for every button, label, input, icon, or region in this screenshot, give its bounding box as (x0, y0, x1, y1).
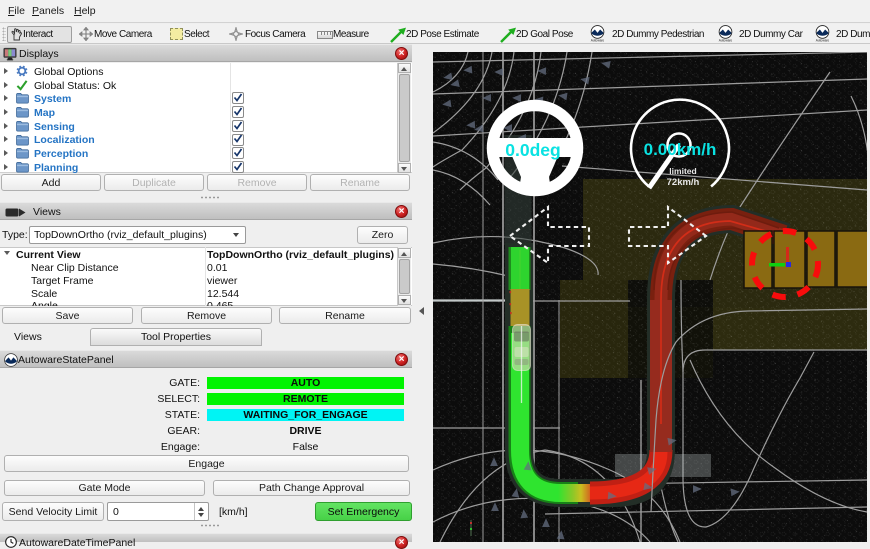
svg-text:Autoware: Autoware (591, 39, 605, 42)
svg-text:0.0deg: 0.0deg (505, 140, 560, 160)
svg-text:0.00km/h: 0.00km/h (644, 140, 717, 159)
svg-text:Autoware: Autoware (816, 39, 830, 42)
svg-text:limited: limited (669, 166, 696, 176)
svg-text:Autoware: Autoware (719, 39, 733, 42)
svg-text:72km/h: 72km/h (667, 177, 700, 188)
